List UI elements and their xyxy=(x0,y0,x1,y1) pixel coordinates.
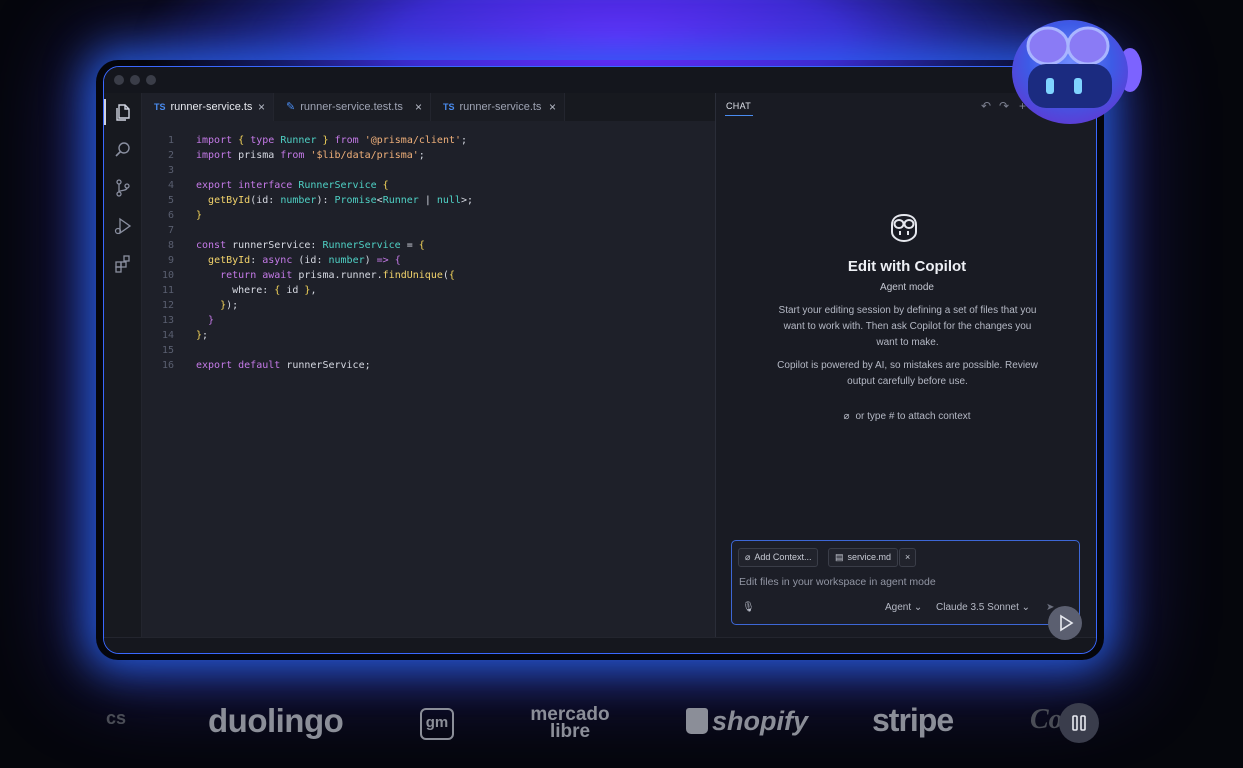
activity-bar xyxy=(104,93,142,637)
chat-tab[interactable]: CHAT xyxy=(726,101,751,111)
microphone-icon[interactable]: 🎙 xyxy=(742,602,755,613)
play-button[interactable] xyxy=(1048,606,1082,640)
tab-runner-service-2[interactable]: TS runner-service.ts × xyxy=(431,93,565,121)
typescript-icon: TS xyxy=(443,102,455,112)
line-number: 9 xyxy=(167,255,174,266)
window-minimize-dot[interactable] xyxy=(130,75,140,85)
chat-mode-label: Agent mode xyxy=(880,282,934,293)
typescript-icon: TS xyxy=(154,102,166,112)
chevron-down-icon: ⌄ xyxy=(1021,602,1031,613)
logo-partial-right: Co xyxy=(1030,704,1063,735)
window-close-dot[interactable] xyxy=(114,75,124,85)
logo-gm: gm xyxy=(420,708,454,740)
logo-partial-left: cs xyxy=(106,708,127,728)
close-icon[interactable]: × xyxy=(549,93,556,121)
line-number: 4 xyxy=(167,180,174,191)
pause-icon xyxy=(1072,715,1086,731)
search-icon[interactable] xyxy=(113,140,133,160)
chat-title: Edit with Copilot xyxy=(847,258,967,275)
agent-mode-select[interactable]: Agent ⌄ xyxy=(885,602,922,613)
customer-logos: cs duolingo gm mercado libre shopify stri… xyxy=(0,690,1243,760)
line-number: 13 xyxy=(161,315,174,326)
line-number: 2 xyxy=(167,150,174,161)
line-number: 14 xyxy=(161,330,174,341)
line-number: 10 xyxy=(161,270,174,281)
copilot-logo-icon xyxy=(891,213,917,243)
line-number: 6 xyxy=(167,210,174,221)
file-pill-label: service.md xyxy=(847,552,892,562)
chat-disclaimer-text: Copilot is powered by AI, so mistakes ar… xyxy=(777,360,1038,387)
chat-panel: CHAT ↶ ↷ + Edit with Copilot Agent mode … xyxy=(715,93,1096,637)
line-number: 16 xyxy=(161,360,174,371)
agent-select-label: Agent xyxy=(885,602,912,613)
line-number: 7 xyxy=(167,225,174,236)
close-icon[interactable]: × xyxy=(415,93,422,121)
attach-hint-text: or type # to attach context xyxy=(855,411,971,422)
logo-shopify: shopify xyxy=(686,706,808,737)
pencil-icon: ✎ xyxy=(286,101,296,113)
logo-stripe: stripe xyxy=(872,702,954,738)
logo-mercado-libre: mercado libre xyxy=(530,705,610,742)
chat-input-box: ⌀ Add Context... ▤ service.md × Edit files… xyxy=(731,540,1080,625)
add-context-label: Add Context... xyxy=(754,552,812,562)
tab-label: runner-service.ts xyxy=(170,101,253,113)
line-number: 8 xyxy=(167,240,174,251)
title-bar xyxy=(104,67,1096,93)
logo-mercado-line2: libre xyxy=(549,721,591,742)
add-context-button[interactable]: ⌀ Add Context... xyxy=(738,548,819,567)
editor-window: TS runner-service.ts × ✎ runner-service.te… xyxy=(103,66,1097,654)
logo-duolingo: duolingo xyxy=(208,702,344,739)
window-maximize-dot[interactable] xyxy=(146,75,156,85)
file-icon: ▤ xyxy=(835,552,844,562)
undo-icon[interactable]: ↶ xyxy=(981,99,991,113)
editor-tabs: TS runner-service.ts × ✎ runner-service.te… xyxy=(142,93,715,121)
line-number: 3 xyxy=(167,165,174,176)
tab-runner-service[interactable]: TS runner-service.ts × xyxy=(142,93,274,121)
line-number: 15 xyxy=(161,345,174,356)
chevron-down-icon: ⌄ xyxy=(913,602,923,613)
tab-label: runner-service.test.ts xyxy=(300,101,403,113)
tab-label: runner-service.ts xyxy=(459,101,542,113)
play-icon xyxy=(1060,614,1074,632)
activity-active-indicator xyxy=(104,99,106,125)
paperclip-icon: ⌀ xyxy=(745,552,751,562)
line-number: 11 xyxy=(161,285,174,296)
source-control-icon[interactable] xyxy=(113,178,133,198)
model-select-label: Claude 3.5 Sonnet xyxy=(936,602,1019,613)
chat-intro-text: Start your editing session by defining a… xyxy=(778,305,1037,348)
shopify-bag-icon xyxy=(686,708,708,734)
file-context-pill[interactable]: ▤ service.md xyxy=(828,548,899,567)
line-number: 5 xyxy=(167,195,174,206)
status-bar xyxy=(104,637,1096,653)
logo-shopify-text: shopify xyxy=(712,706,809,736)
copilot-mascot-icon xyxy=(1012,20,1142,124)
extensions-icon[interactable] xyxy=(113,254,133,274)
model-select[interactable]: Claude 3.5 Sonnet ⌄ xyxy=(936,602,1030,613)
remove-file-button[interactable]: × xyxy=(899,548,917,567)
line-number: 1 xyxy=(167,135,174,146)
explorer-icon[interactable] xyxy=(113,102,133,122)
pause-button[interactable] xyxy=(1059,703,1099,743)
close-icon[interactable]: × xyxy=(258,93,265,121)
chat-tab-underline xyxy=(725,115,753,116)
chat-input-field[interactable]: Edit files in your workspace in agent mo… xyxy=(739,576,936,588)
code-editor: TS runner-service.ts × ✎ runner-service.te… xyxy=(142,93,715,637)
attach-context-hint: ⌀ or type # to attach context xyxy=(716,411,1096,422)
tab-runner-service-test[interactable]: ✎ runner-service.test.ts × xyxy=(274,93,431,121)
run-debug-icon[interactable] xyxy=(113,216,133,236)
paperclip-icon: ⌀ xyxy=(843,411,850,422)
line-number: 12 xyxy=(161,300,174,311)
